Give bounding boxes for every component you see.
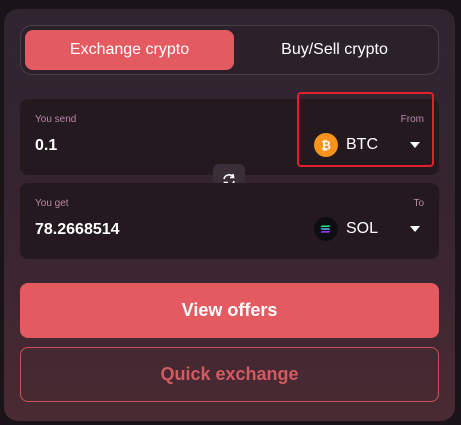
exchange-widget: Exchange crypto Buy/Sell crypto You send… bbox=[4, 9, 455, 421]
tab-buy-sell-crypto[interactable]: Buy/Sell crypto bbox=[234, 30, 435, 70]
from-currency-selector[interactable]: ₿ BTC bbox=[312, 130, 427, 160]
from-label: From bbox=[400, 114, 424, 125]
get-caption: You get bbox=[35, 198, 69, 209]
get-panel: You get To SOL bbox=[20, 183, 439, 259]
get-amount-output bbox=[35, 221, 235, 239]
from-currency-ticker: BTC bbox=[346, 136, 378, 153]
to-currency-selector[interactable]: SOL bbox=[312, 214, 427, 244]
send-caption: You send bbox=[35, 114, 77, 125]
mode-tabs: Exchange crypto Buy/Sell crypto bbox=[20, 25, 439, 75]
tab-exchange-crypto[interactable]: Exchange crypto bbox=[25, 30, 234, 70]
view-offers-button[interactable]: View offers bbox=[20, 283, 439, 338]
solana-icon bbox=[314, 217, 338, 241]
to-currency-ticker: SOL bbox=[346, 220, 379, 237]
svg-text:₿: ₿ bbox=[321, 139, 331, 153]
send-amount-input[interactable] bbox=[35, 137, 235, 155]
chevron-down-icon bbox=[410, 226, 420, 232]
chevron-down-icon bbox=[410, 142, 420, 148]
quick-exchange-button[interactable]: Quick exchange bbox=[20, 347, 439, 402]
bitcoin-icon: ₿ bbox=[314, 133, 338, 157]
to-label: To bbox=[413, 198, 424, 209]
